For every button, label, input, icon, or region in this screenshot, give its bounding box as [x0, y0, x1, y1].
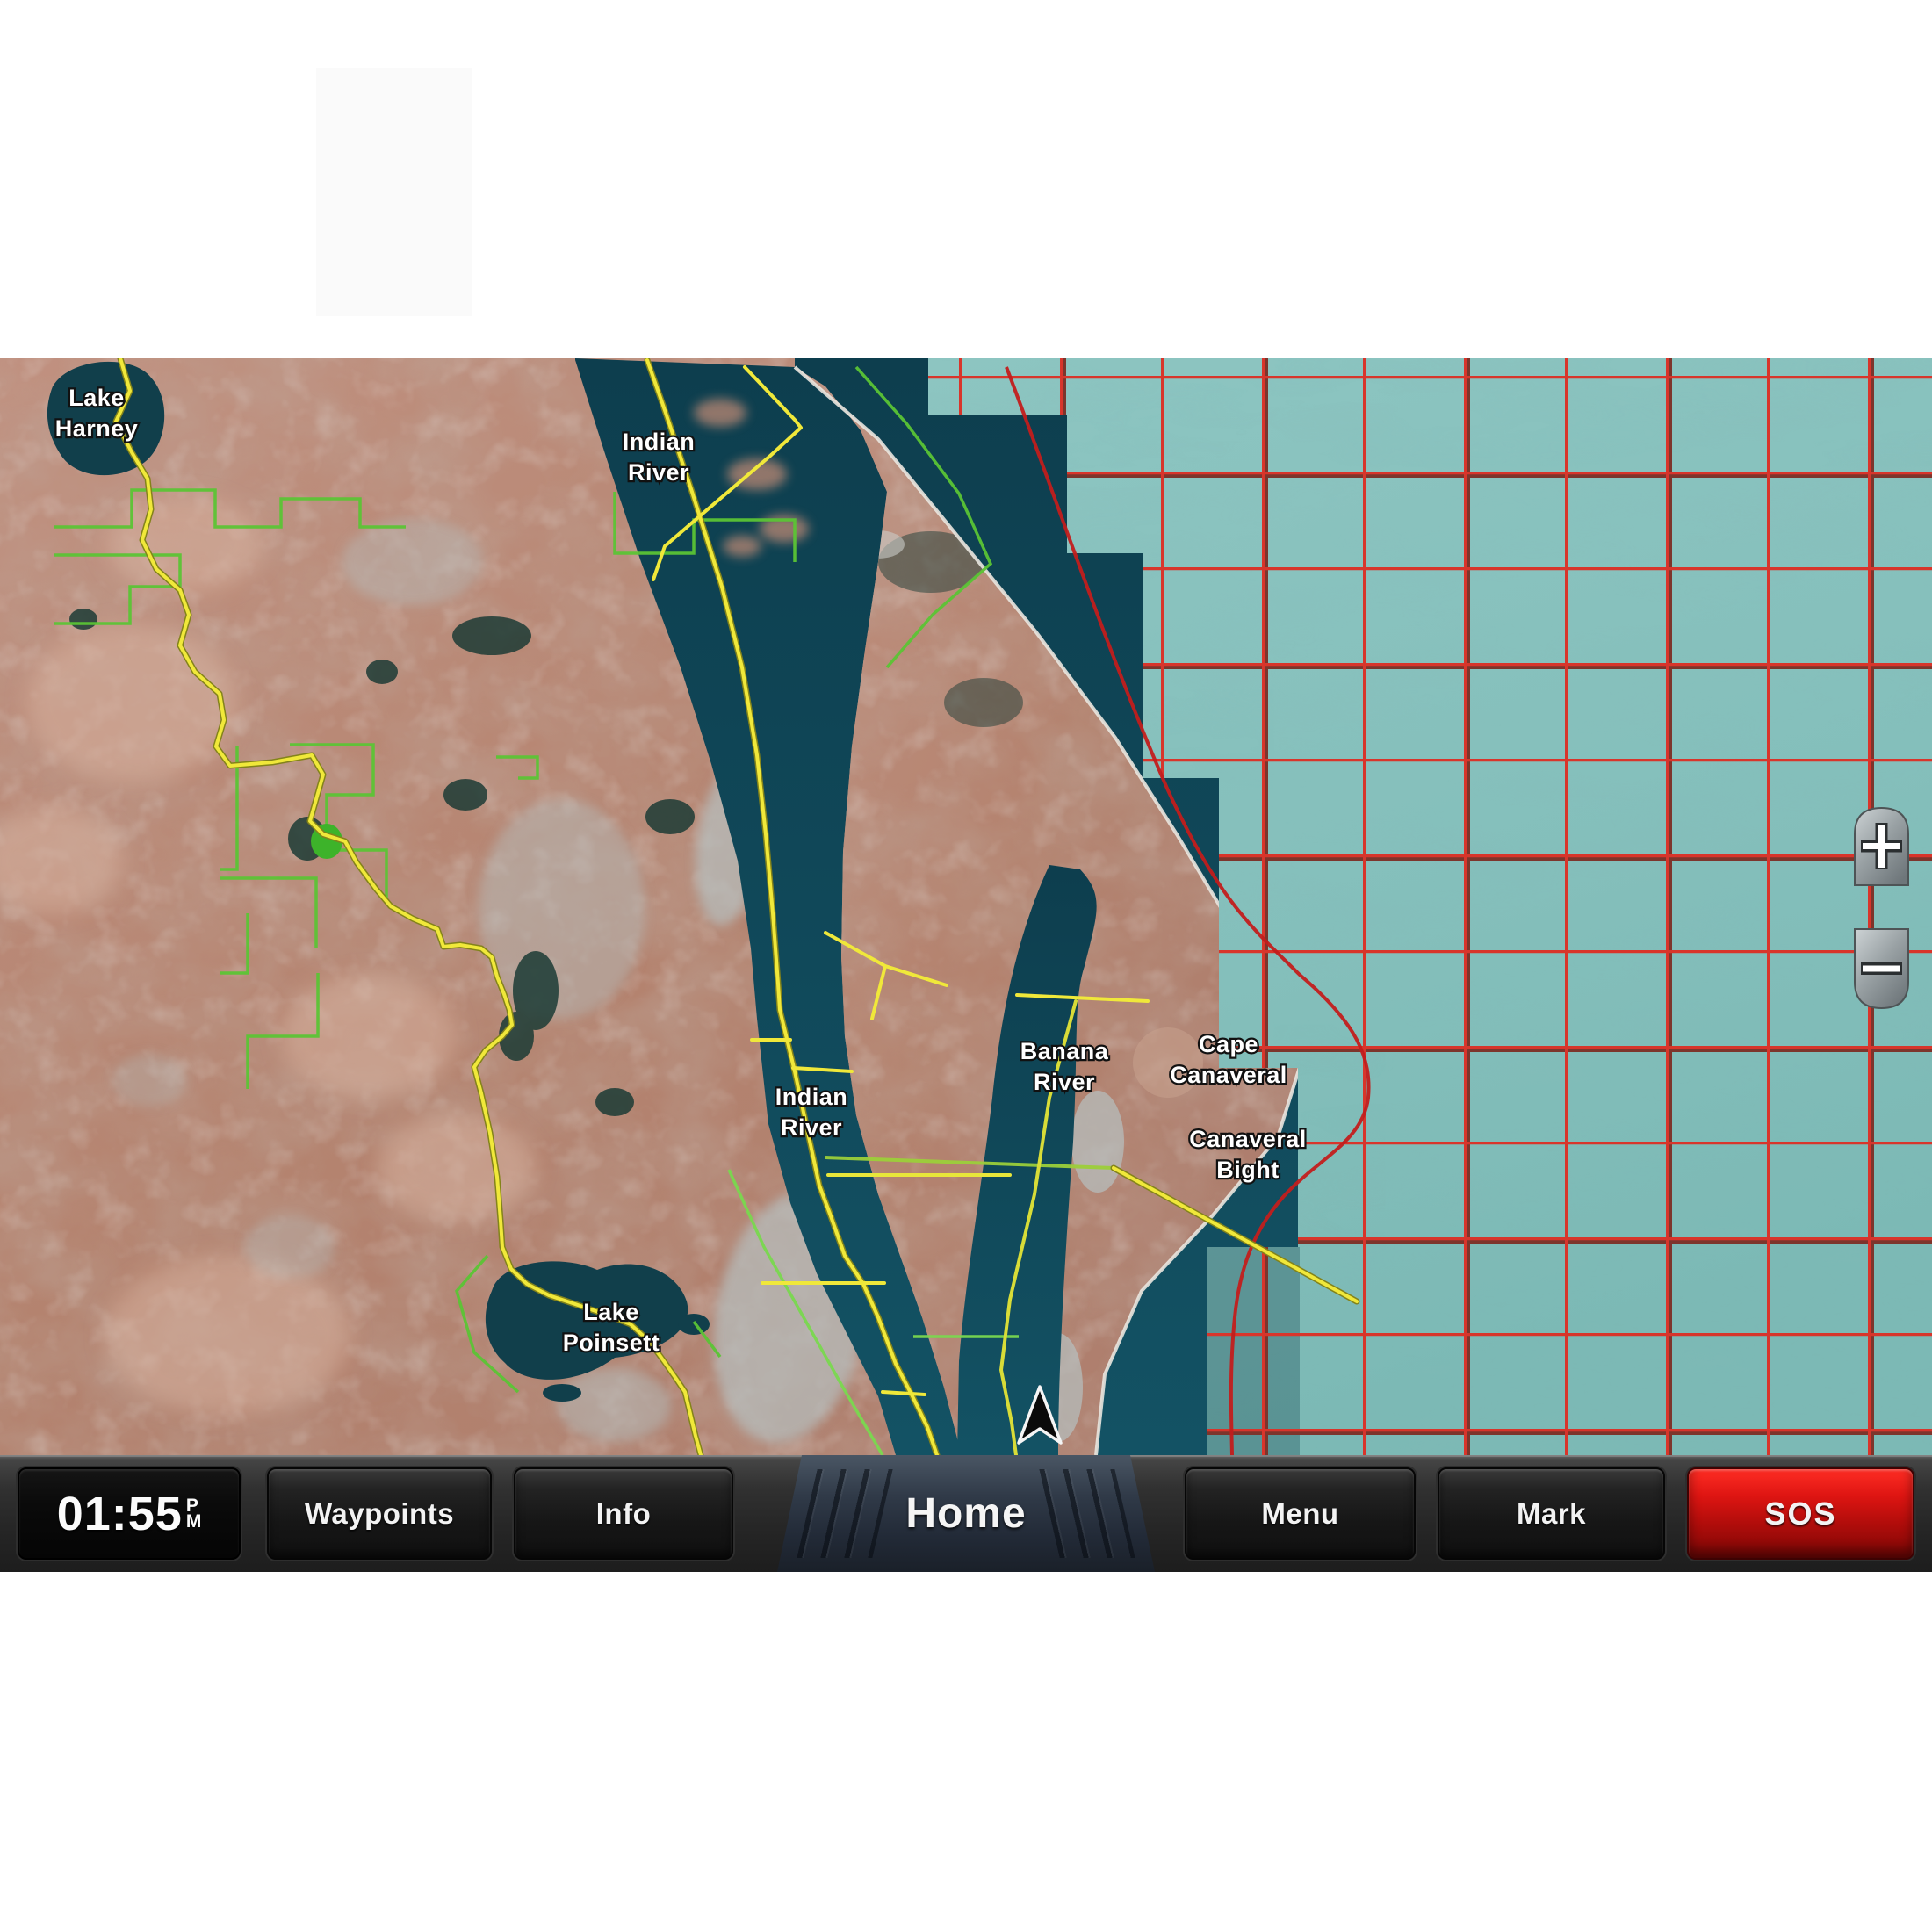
map-label-banana-river-1: Banana	[1020, 1038, 1109, 1064]
waypoints-button[interactable]: Waypoints	[267, 1467, 492, 1560]
map-label-lake-poinsett-2: Poinsett	[563, 1330, 660, 1356]
map-label-cape-canaveral-2: Canaveral	[1170, 1062, 1287, 1088]
home-left-stripes-icon	[797, 1469, 892, 1558]
home-right-stripes-icon	[1039, 1469, 1135, 1558]
photo-artifact	[316, 68, 472, 316]
map-label-cape-canaveral-1: Cape	[1199, 1031, 1258, 1057]
menu-button[interactable]: Menu	[1185, 1467, 1416, 1560]
map-label-lake-poinsett-1: Lake	[583, 1299, 639, 1325]
map-label-indian-river-south-2: River	[781, 1114, 842, 1141]
clock-display: 01:55 P M	[18, 1467, 241, 1560]
mark-button[interactable]: Mark	[1438, 1467, 1665, 1560]
map-label-banana-river-2: River	[1034, 1069, 1095, 1095]
map-label-canaveral-bight-1: Canaveral	[1189, 1126, 1307, 1152]
bottom-toolbar: 01:55 P M Waypoints Info Home Menu Mark …	[0, 1455, 1932, 1572]
info-button[interactable]: Info	[514, 1467, 733, 1560]
home-button[interactable]: Home	[777, 1455, 1155, 1572]
sos-button[interactable]: SOS	[1687, 1467, 1914, 1560]
chartplotter-screen: Lake Harney Indian River Indian River Ba…	[0, 0, 1932, 1932]
map-label-lake-harney-2: Harney	[55, 415, 139, 442]
map-canvas[interactable]: Lake Harney Indian River Indian River Ba…	[0, 358, 1932, 1455]
zoom-in-button[interactable]	[1855, 808, 1908, 885]
time-meridiem-m: M	[186, 1514, 202, 1530]
map-label-indian-river-south-1: Indian	[775, 1084, 848, 1110]
map-label-canaveral-bight-2: Bight	[1216, 1157, 1279, 1183]
zoom-out-button[interactable]	[1855, 929, 1908, 1008]
map-label-indian-river-north-1: Indian	[623, 429, 696, 455]
map-label-indian-river-north-2: River	[628, 459, 689, 486]
time-value: 01:55	[57, 1487, 183, 1541]
map-label-lake-harney-1: Lake	[68, 385, 125, 411]
